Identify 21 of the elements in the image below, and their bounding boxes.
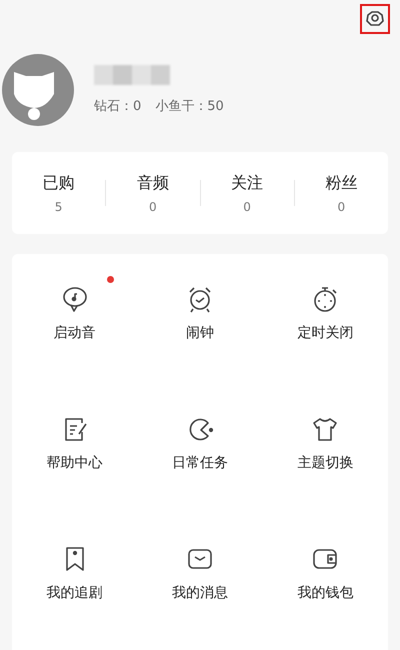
menu-label[interactable]: 日常任务	[172, 454, 228, 472]
settings-icon	[364, 9, 386, 29]
stat-label[interactable]: 音频	[136, 172, 169, 194]
menu-label[interactable]: 主题切换	[297, 454, 354, 472]
stat-value: 5	[54, 200, 62, 214]
stat-value: 0	[338, 200, 346, 214]
stat-label[interactable]: 已购	[42, 172, 75, 194]
fish-count: 小鱼干：50	[155, 98, 224, 115]
stat-value: 0	[149, 200, 157, 214]
stat-label[interactable]: 关注	[231, 172, 264, 194]
menu-label[interactable]: 启动音	[54, 324, 96, 342]
menu-label[interactable]: 我的消息	[172, 584, 228, 602]
menu-label[interactable]: 闹钟	[186, 324, 214, 342]
stat-value: 0	[243, 200, 251, 214]
stat-label[interactable]: 粉丝	[325, 172, 358, 194]
diamonds-count: 钻石：0	[94, 98, 142, 115]
menu-label[interactable]: 我的钱包	[297, 584, 354, 602]
menu-label[interactable]: 定时关闭	[297, 324, 354, 342]
settings-button[interactable]	[360, 4, 390, 34]
menu-label[interactable]: 我的追剧	[46, 584, 103, 602]
menu-label[interactable]: 帮助中心	[46, 454, 103, 472]
